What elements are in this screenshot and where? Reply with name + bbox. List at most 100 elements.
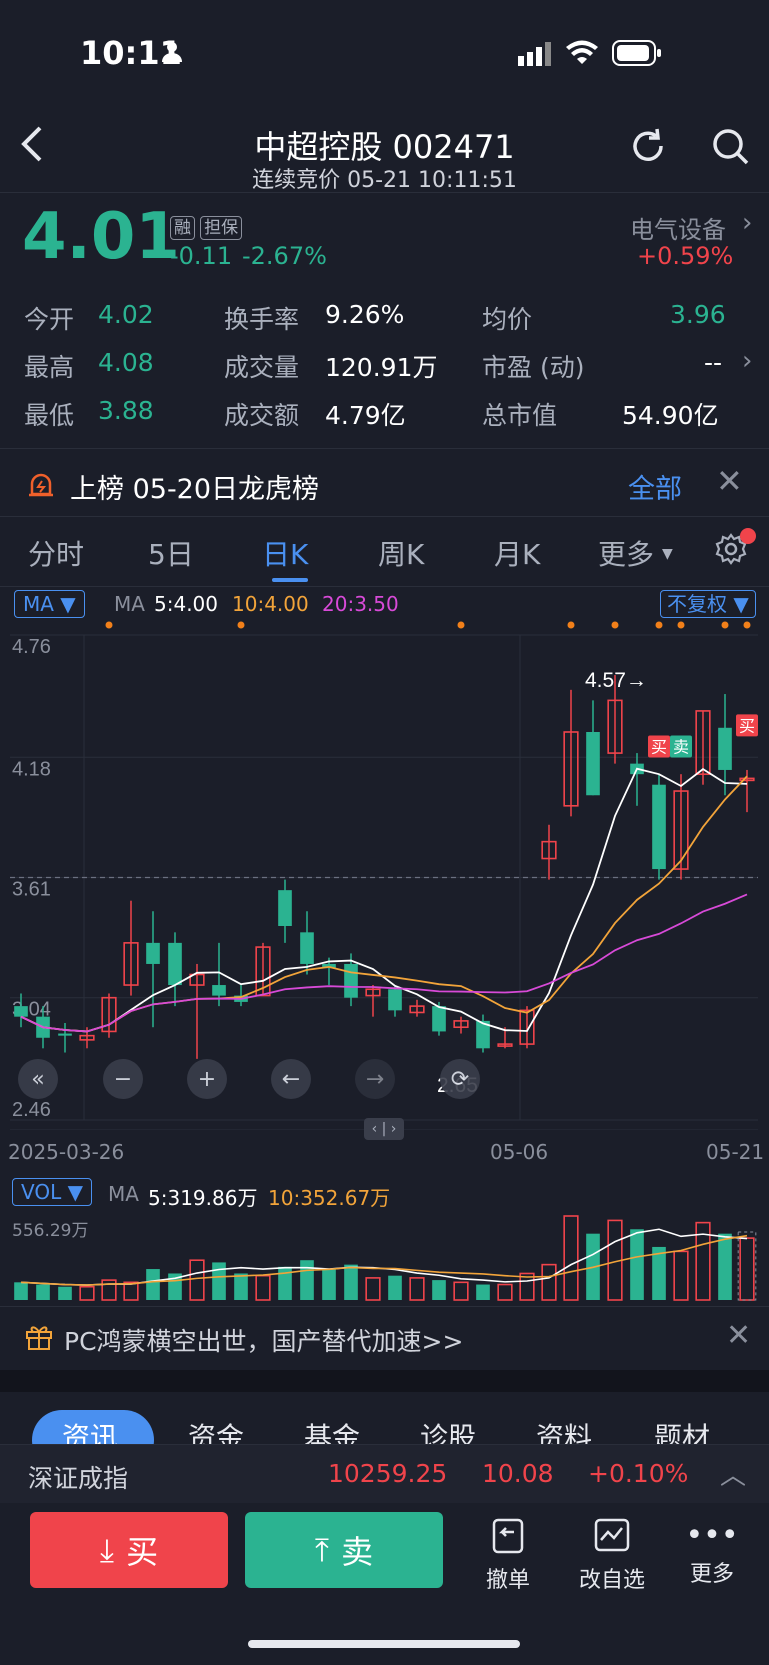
vol-selector[interactable]: VOL ▼ bbox=[12, 1178, 92, 1206]
chevron-up-icon[interactable]: ︿ bbox=[720, 1455, 746, 1492]
wifi-icon bbox=[566, 40, 598, 70]
volume-bar bbox=[476, 1284, 490, 1300]
volume-bar bbox=[541, 1263, 557, 1301]
candle-body bbox=[14, 1006, 28, 1017]
sell-label: 卖 bbox=[341, 1533, 374, 1571]
candle-body bbox=[432, 1006, 446, 1032]
volume-bar bbox=[234, 1273, 248, 1300]
event-dot bbox=[721, 621, 729, 629]
refresh-icon[interactable] bbox=[628, 126, 668, 170]
cancel-order-icon bbox=[492, 1518, 524, 1554]
notice-text[interactable]: 上榜 05-20日龙虎榜 bbox=[70, 467, 319, 506]
buy-signal: 买 bbox=[739, 717, 755, 735]
candle-body bbox=[652, 784, 666, 870]
signal-icon bbox=[518, 42, 554, 70]
event-dot bbox=[743, 621, 751, 629]
candlestick-chart[interactable]: 4.764.183.613.042.464.57→2.65买卖买 bbox=[0, 620, 769, 1130]
scroll-right-button[interactable]: → bbox=[355, 1059, 395, 1099]
sector-name[interactable]: 电气设备 bbox=[630, 210, 726, 245]
rotate-screen-button[interactable]: ⟳ bbox=[440, 1059, 480, 1099]
scroll-handle[interactable]: ‹ | › bbox=[364, 1118, 404, 1140]
battery-icon bbox=[612, 40, 662, 70]
fast-backward-button[interactable]: « bbox=[18, 1059, 58, 1099]
close-icon[interactable]: ✕ bbox=[716, 462, 743, 500]
candle-body bbox=[718, 727, 732, 770]
zoom-in-button[interactable]: + bbox=[187, 1059, 227, 1099]
sub-tab-theme[interactable]: 题材 bbox=[654, 1416, 710, 1444]
stat-value-avg: 3.96 bbox=[670, 300, 726, 329]
ma-selector[interactable]: MA ▼ bbox=[14, 590, 85, 618]
more-button[interactable]: ••• 更多 bbox=[680, 1516, 744, 1588]
chevron-right-icon[interactable]: › bbox=[742, 346, 752, 376]
event-dot bbox=[457, 621, 465, 629]
volume-bar bbox=[300, 1260, 314, 1300]
adjust-selector-label: 不复权 bbox=[667, 592, 727, 616]
volume-bar bbox=[432, 1280, 446, 1300]
volume-bar bbox=[497, 1283, 513, 1301]
alarm-icon bbox=[26, 468, 56, 502]
buy-signal: 买 bbox=[651, 739, 667, 757]
volume-bar bbox=[146, 1269, 160, 1300]
zoom-out-button[interactable]: − bbox=[103, 1059, 143, 1099]
candle-body bbox=[212, 985, 226, 996]
volume-bar bbox=[453, 1281, 469, 1301]
sub-tab-profile[interactable]: 资料 bbox=[536, 1416, 592, 1444]
current-price: 4.01 bbox=[22, 200, 180, 274]
stat-value-low: 3.88 bbox=[98, 396, 154, 425]
tab-5day[interactable]: 5日 bbox=[148, 533, 194, 573]
search-icon[interactable] bbox=[710, 126, 750, 170]
buy-button[interactable]: ⤓ 买 bbox=[30, 1512, 228, 1588]
stat-value-high: 4.08 bbox=[98, 348, 154, 377]
sub-tab-fund[interactable]: 基金 bbox=[304, 1416, 360, 1444]
edit-watchlist-button[interactable]: 改自选 bbox=[572, 1516, 652, 1594]
sub-tab-news[interactable]: 资讯 bbox=[62, 1416, 118, 1444]
volume-bar bbox=[14, 1282, 28, 1300]
close-icon[interactable]: ✕ bbox=[726, 1318, 751, 1353]
scroll-left-button[interactable]: ← bbox=[271, 1059, 311, 1099]
guarantee-badge: 担保 bbox=[200, 216, 243, 240]
volume-bar bbox=[563, 1215, 579, 1301]
volume-bar bbox=[322, 1269, 336, 1300]
tab-more[interactable]: 更多 bbox=[598, 533, 654, 573]
stat-label-low: 最低 bbox=[24, 401, 75, 430]
volume-chart[interactable] bbox=[0, 1212, 769, 1304]
y-tick-label: 2.46 bbox=[12, 1099, 51, 1121]
margin-badge: 融 bbox=[170, 216, 195, 240]
sub-tab-bar: 资讯 资金 基金 诊股 资料 题材 bbox=[0, 1392, 769, 1444]
candle-body bbox=[146, 942, 160, 964]
adjust-selector[interactable]: 不复权 ▼ bbox=[660, 590, 756, 618]
sell-button[interactable]: ⤒ 卖 bbox=[245, 1512, 443, 1588]
tab-daily-k[interactable]: 日K bbox=[262, 533, 308, 573]
sub-tab-funds[interactable]: 资金 bbox=[188, 1416, 244, 1444]
volume-bar bbox=[36, 1284, 50, 1300]
y-tick-label: 4.76 bbox=[12, 636, 51, 658]
event-dot bbox=[655, 621, 663, 629]
candle-body bbox=[168, 942, 182, 986]
ma20-value: 20:3.50 bbox=[322, 592, 399, 616]
chevron-right-icon[interactable]: › bbox=[742, 208, 752, 238]
candle-body bbox=[586, 732, 600, 796]
cancel-order-label: 撤单 bbox=[485, 1568, 530, 1593]
candle-body bbox=[300, 932, 314, 964]
ma20-line bbox=[20, 893, 748, 1033]
home-indicator bbox=[248, 1640, 520, 1648]
stat-value-turnover: 9.26% bbox=[325, 300, 405, 329]
volume-bar bbox=[739, 1237, 755, 1301]
tab-monthly-k[interactable]: 月K bbox=[494, 533, 540, 573]
notice-all-link[interactable]: 全部 bbox=[628, 467, 682, 506]
caret-down-icon: ▼ bbox=[662, 546, 673, 562]
candle-body bbox=[344, 963, 358, 998]
sub-tab-diagnosis[interactable]: 诊股 bbox=[420, 1416, 476, 1444]
tab-timeshare[interactable]: 分时 bbox=[28, 533, 84, 573]
tab-weekly-k[interactable]: 周K bbox=[378, 533, 424, 573]
stat-value-mcap: 54.90亿 bbox=[622, 401, 719, 430]
vol-ma5: 5:319.86万 bbox=[148, 1186, 258, 1210]
cancel-order-button[interactable]: 撤单 bbox=[478, 1516, 538, 1594]
divider bbox=[0, 192, 769, 193]
stat-value-pe: -- bbox=[704, 348, 723, 377]
buy-arrow-icon: ⤓ bbox=[99, 1530, 115, 1569]
divider bbox=[0, 516, 769, 517]
index-value: 10259.25 bbox=[328, 1459, 448, 1488]
index-bar[interactable]: 深证成指 10259.25 10.08 +0.10% ︿ bbox=[0, 1444, 769, 1503]
promo-text[interactable]: PC鸿蒙横空出世，国产替代加速>> bbox=[64, 1322, 463, 1358]
